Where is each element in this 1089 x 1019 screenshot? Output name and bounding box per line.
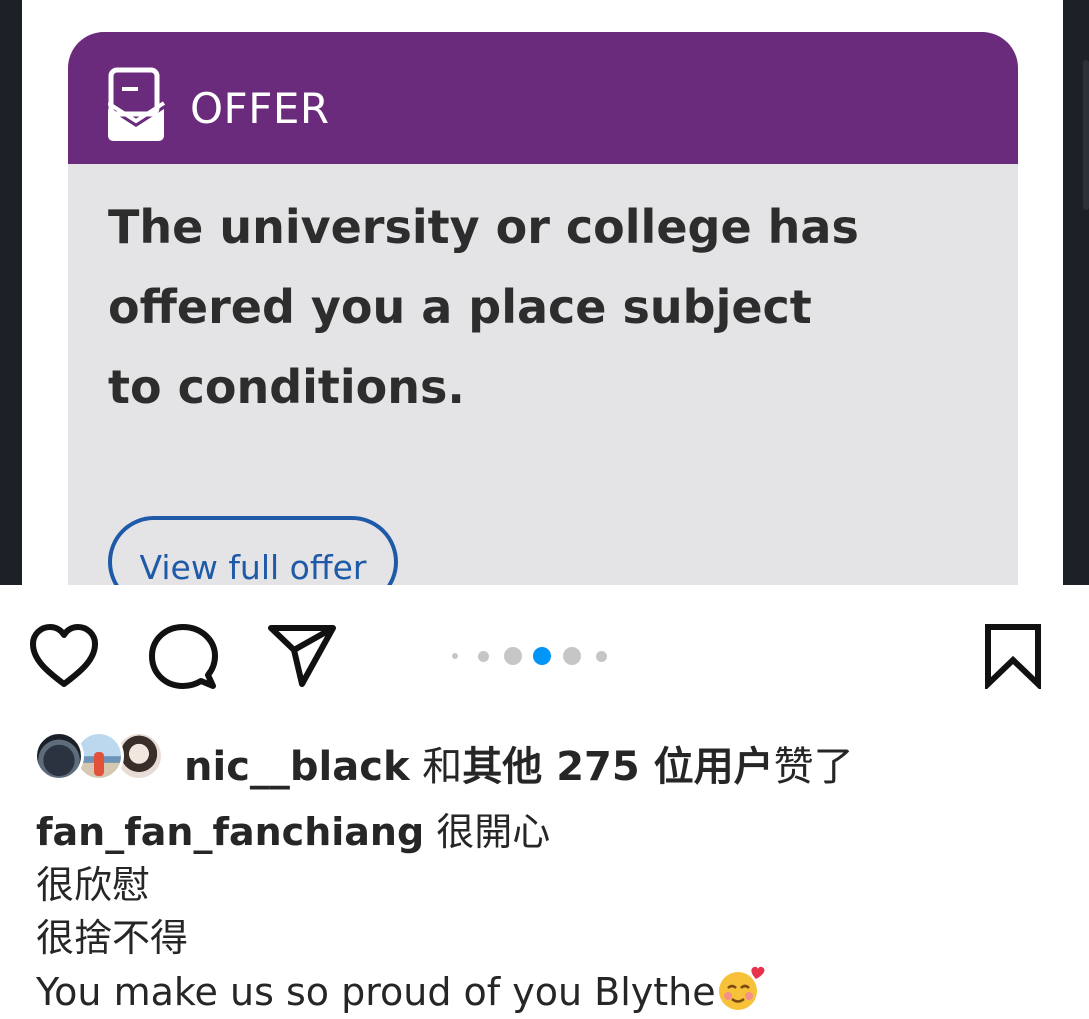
bookmark-outline-icon[interactable]: [982, 623, 1044, 689]
caption-line: You make us so proud of you Blythe: [36, 970, 716, 1014]
likes-suffix: 赞了: [773, 744, 854, 790]
caption-username[interactable]: fan_fan_fanchiang: [36, 810, 424, 854]
speech-bubble-icon[interactable]: [148, 623, 218, 691]
likes-count[interactable]: 其他 275 位用户: [462, 744, 773, 790]
phone-screen: OFFER The university or college has offe…: [22, 0, 1063, 585]
carousel-dot-active: [533, 647, 551, 665]
avatar[interactable]: [34, 731, 84, 781]
carousel-dot: [504, 647, 522, 665]
offer-card: OFFER The university or college has offe…: [68, 32, 1018, 585]
paper-plane-icon[interactable]: [266, 623, 338, 689]
offer-header: OFFER: [68, 32, 1018, 164]
envelope-letter-icon: [108, 67, 166, 141]
liker-username[interactable]: nic__black: [184, 744, 410, 790]
photo-scrollbar: [1083, 60, 1089, 210]
post-photo[interactable]: OFFER The university or college has offe…: [0, 0, 1089, 585]
post-action-bar: [0, 585, 1089, 725]
likes-row[interactable]: nic__black 和其他 275 位用户赞了: [34, 728, 1034, 790]
smiling-face-with-hearts-icon: [718, 966, 765, 1010]
offer-title: OFFER: [190, 84, 330, 133]
caption-line: 很欣慰: [36, 863, 151, 907]
caption-line: 很捨不得: [36, 916, 189, 960]
offer-message: The university or college has offered yo…: [108, 200, 859, 414]
carousel-dot: [478, 651, 489, 662]
post-caption: fan_fan_fanchiang 很開心 很欣慰 很捨不得 You make …: [36, 806, 1056, 1019]
likes-summary[interactable]: nic__black 和其他 275 位用户赞了: [184, 734, 854, 792]
carousel-dot: [596, 651, 607, 662]
heart-outline-icon[interactable]: [28, 623, 100, 689]
likes-joiner: 和: [422, 744, 463, 790]
carousel-dot: [452, 653, 458, 659]
caption-line: 很開心: [436, 810, 551, 854]
carousel-indicator: [448, 646, 618, 666]
carousel-dot: [563, 647, 581, 665]
view-full-offer-button[interactable]: View full offer: [108, 516, 398, 585]
